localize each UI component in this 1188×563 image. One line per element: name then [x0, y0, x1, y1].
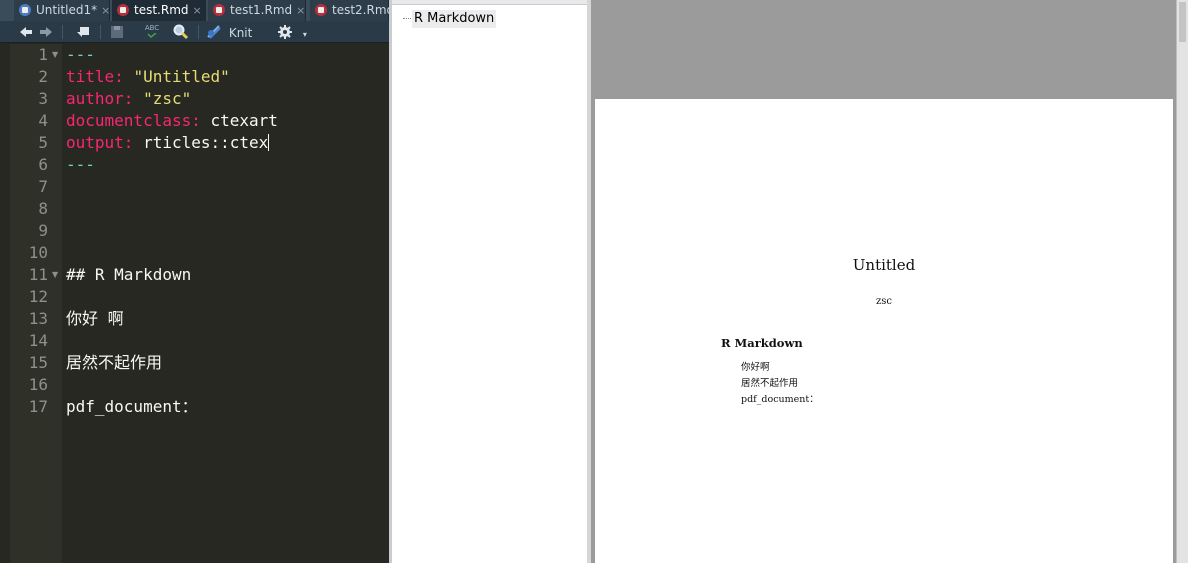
- fold-arrow-icon[interactable]: ▼: [52, 264, 60, 286]
- outline-header: [392, 0, 587, 5]
- tree-connector: [403, 18, 411, 19]
- line-number: 5: [38, 133, 48, 152]
- scrollbar-thumb[interactable]: [1179, 2, 1186, 42]
- yaml-value: ctexart: [210, 111, 278, 130]
- spellcheck-button[interactable]: ABC: [140, 23, 164, 41]
- editor-toolbar: ABC Knit ▾ ▾: [0, 21, 389, 57]
- yaml-key: title:: [66, 67, 124, 86]
- line-number: 11: [28, 265, 48, 284]
- line-number: 12: [28, 287, 48, 306]
- line-number: 15: [28, 353, 48, 372]
- close-icon[interactable]: ×: [193, 4, 202, 17]
- tab-test-rmd[interactable]: test.Rmd ×: [112, 0, 206, 21]
- code-line-17: pdf_document：: [66, 397, 198, 416]
- yaml-key: output:: [66, 133, 134, 152]
- line-number: 7: [38, 177, 48, 196]
- tab-untitled1[interactable]: Untitled1* ×: [14, 0, 110, 21]
- pdf-author: zsc: [875, 296, 892, 307]
- line-number: 9: [38, 221, 48, 240]
- document-outline-pane: R Markdown: [392, 0, 587, 563]
- text-cursor: [268, 134, 270, 151]
- tab-label: test.Rmd: [134, 3, 189, 17]
- toolbar-separator: [198, 25, 199, 39]
- code-line-2: title: "Untitled": [66, 66, 230, 88]
- line-number: 13: [28, 309, 48, 328]
- code-line-15: 居然不起作用: [66, 353, 163, 372]
- code-line-5: output: rticles::ctex: [66, 132, 270, 154]
- pdf-viewer: Untitled zsc R Markdown 你好啊 居然不起作用 pdf_d…: [591, 0, 1176, 563]
- source-editor-pane: Untitled1* × test.Rmd × test1.Rmd × test2.R…: [0, 0, 389, 563]
- code-line-1: ---: [66, 45, 95, 64]
- line-number: 14: [28, 331, 48, 350]
- line-number: 1: [38, 45, 48, 64]
- yaml-key: author:: [66, 89, 134, 108]
- fold-arrow-icon[interactable]: ▼: [52, 44, 60, 66]
- code-line-6: ---: [66, 155, 95, 174]
- gear-icon: [278, 25, 292, 39]
- pdf-title: Untitled: [852, 256, 916, 274]
- back-arrow-icon[interactable]: [18, 23, 34, 41]
- yaml-value: "Untitled": [133, 67, 230, 86]
- tab-test1-rmd[interactable]: test1.Rmd ×: [208, 0, 306, 21]
- close-icon[interactable]: ×: [296, 4, 305, 17]
- knit-label: Knit: [228, 26, 253, 40]
- code-line-4: documentclass: ctexart: [66, 110, 278, 132]
- outline-item-r-markdown[interactable]: R Markdown: [412, 10, 497, 28]
- editor-margin: [0, 44, 10, 563]
- code-line-3: author: "zsc": [66, 88, 191, 110]
- code-line-13: 你好 啊: [66, 309, 124, 328]
- dropdown-arrow-icon[interactable]: ▾: [303, 30, 307, 39]
- tab-label: test1.Rmd: [230, 3, 293, 17]
- line-number: 10: [28, 243, 48, 262]
- pdf-section-heading: R Markdown: [721, 336, 803, 350]
- line-number: 8: [38, 199, 48, 218]
- vertical-scrollbar[interactable]: [1176, 0, 1188, 563]
- knit-button[interactable]: Knit ▾: [205, 23, 267, 57]
- rmd-file-icon: [213, 4, 225, 16]
- line-number: 16: [28, 375, 48, 394]
- spellcheck-label: ABC: [144, 24, 160, 32]
- toolbar-separator: [62, 25, 63, 39]
- line-number: 2: [38, 67, 48, 86]
- line-number: 6: [38, 155, 48, 174]
- yaml-key: documentclass:: [66, 111, 201, 130]
- settings-button[interactable]: ▾: [277, 23, 309, 41]
- rmd-file-icon: [315, 4, 327, 16]
- search-icon[interactable]: [172, 23, 190, 41]
- pdf-page: Untitled zsc R Markdown 你好啊 居然不起作用 pdf_d…: [595, 99, 1173, 563]
- yaml-value: "zsc": [143, 89, 192, 108]
- forward-arrow-icon[interactable]: [38, 23, 54, 41]
- tab-label: test2.Rmd: [332, 3, 389, 17]
- knit-icon: [207, 25, 221, 39]
- yaml-value: rticles::ctex: [143, 133, 269, 152]
- tab-label: Untitled1*: [36, 3, 98, 17]
- editor-tab-bar: Untitled1* × test.Rmd × test1.Rmd × test2.R…: [0, 0, 389, 21]
- tab-test2-rmd[interactable]: test2.Rmd: [310, 0, 389, 21]
- code-line-11: ## R Markdown: [66, 265, 192, 284]
- r-script-icon: [19, 4, 31, 16]
- pdf-paragraph: pdf_document：: [741, 394, 819, 405]
- save-icon[interactable]: [109, 23, 125, 41]
- line-number: 17: [28, 397, 48, 416]
- show-in-window-icon[interactable]: [74, 23, 92, 41]
- pdf-paragraph: 你好啊: [741, 362, 770, 373]
- line-number: 4: [38, 111, 48, 130]
- close-icon[interactable]: ×: [101, 4, 110, 17]
- pdf-paragraph: 居然不起作用: [741, 378, 799, 389]
- rmd-file-icon: [117, 4, 129, 16]
- toolbar-separator: [100, 25, 101, 39]
- line-number: 3: [38, 89, 48, 108]
